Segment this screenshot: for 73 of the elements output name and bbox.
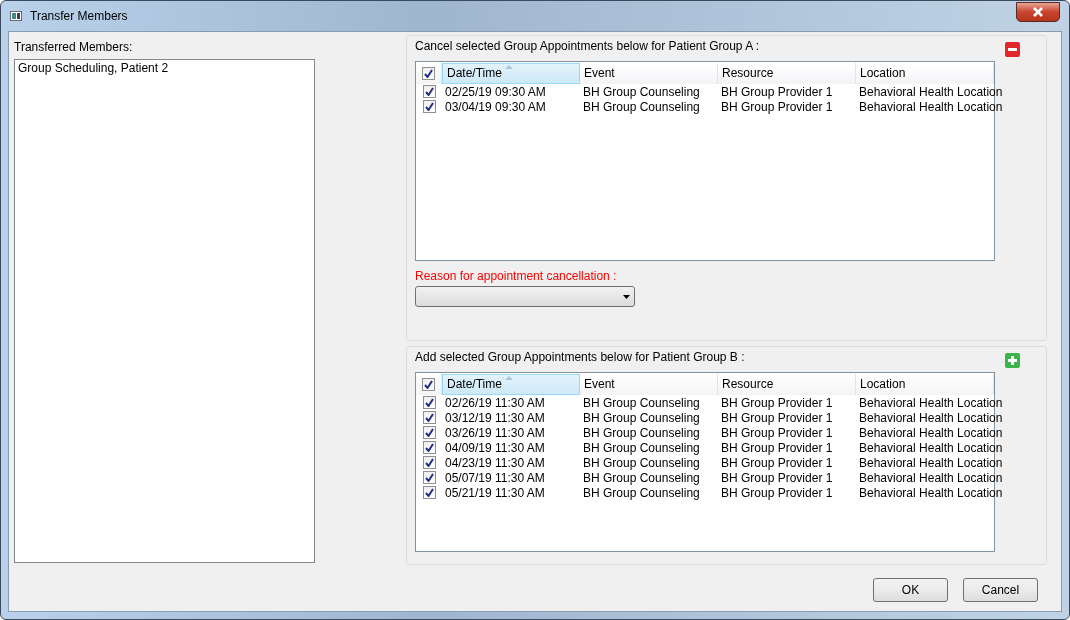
table-cell-text: 04/23/19 11:30 AM: [444, 455, 546, 470]
close-icon: [1032, 7, 1044, 17]
checkbox[interactable]: [422, 66, 435, 80]
checkbox[interactable]: [422, 441, 436, 454]
column-header[interactable]: Event: [580, 373, 718, 395]
table-cell-text: BH Group Counseling: [582, 425, 701, 440]
table-cell-text: Behavioral Health Location: [858, 470, 1003, 485]
table-cell-text: Behavioral Health Location: [858, 455, 1003, 470]
table-cell-text: Behavioral Health Location: [858, 84, 1003, 99]
table-cell-text: 02/25/19 09:30 AM: [444, 84, 547, 99]
table-cell-text: Behavioral Health Location: [858, 425, 1003, 440]
table-cell-text: Behavioral Health Location: [858, 485, 1003, 500]
members-list[interactable]: Group Scheduling, Patient 2: [14, 59, 315, 563]
checkbox[interactable]: [422, 411, 436, 424]
checkbox[interactable]: [422, 396, 436, 409]
table-cell-text: BH Group Counseling: [582, 455, 701, 470]
table-cell-text: BH Group Provider 1: [720, 410, 834, 425]
table-cell-text: BH Group Counseling: [582, 440, 701, 455]
sort-arrow-icon: [505, 64, 513, 69]
column-header[interactable]: Event: [580, 62, 718, 84]
table-cell-text: BH Group Provider 1: [720, 485, 834, 500]
group-title: Cancel selected Group Appointments below for Patient Group A :: [415, 39, 760, 53]
table-cell-text: 05/21/19 11:30 AM: [444, 485, 546, 500]
checkbox[interactable]: [422, 85, 436, 98]
table-cell-text: BH Group Provider 1: [720, 470, 834, 485]
table-cell-text: Behavioral Health Location: [858, 410, 1003, 425]
sort-arrow-icon: [505, 375, 513, 380]
table-cell-text: BH Group Provider 1: [720, 395, 834, 410]
checkbox[interactable]: [422, 377, 435, 391]
table-cell-text: BH Group Counseling: [582, 485, 701, 500]
column-header[interactable]: Resource: [718, 373, 856, 395]
list-item[interactable]: Group Scheduling, Patient 2: [18, 61, 311, 75]
table-cell-text: BH Group Provider 1: [720, 425, 834, 440]
close-button[interactable]: [1016, 2, 1060, 22]
table-cell-text: BH Group Counseling: [582, 410, 701, 425]
table-cell-text: Behavioral Health Location: [858, 395, 1003, 410]
table-cell-text: 03/04/19 09:30 AM: [444, 99, 547, 114]
table-cell-text: BH Group Counseling: [582, 395, 701, 410]
reason-dropdown[interactable]: [415, 286, 635, 307]
checkbox[interactable]: [422, 471, 436, 484]
table-cell-text: Behavioral Health Location: [858, 99, 1003, 114]
column-header[interactable]: Resource: [718, 62, 856, 84]
remove-icon[interactable]: [1005, 42, 1020, 57]
table-cell-text: 03/12/19 11:30 AM: [444, 410, 546, 425]
table-cell-text: 05/07/19 11:30 AM: [444, 470, 546, 485]
checkbox[interactable]: [422, 456, 436, 469]
table-cell-text: BH Group Provider 1: [720, 84, 834, 99]
dialog-button[interactable]: OK: [873, 578, 948, 602]
column-header[interactable]: Location: [856, 62, 994, 84]
dialog-button[interactable]: Cancel: [963, 578, 1038, 602]
table-cell-text: BH Group Counseling: [582, 99, 701, 114]
table-cell-text: 04/09/19 11:30 AM: [444, 440, 546, 455]
window-icon: [10, 11, 22, 21]
group-title: Add selected Group Appointments below for Patient Group B :: [415, 350, 745, 364]
column-header[interactable]: Date/Time: [442, 62, 580, 84]
table-cell-text: BH Group Counseling: [582, 84, 701, 99]
checkbox[interactable]: [422, 426, 436, 439]
table-cell-text: BH Group Provider 1: [720, 99, 834, 114]
members-label: Transferred Members:: [14, 40, 134, 54]
table-cell-text: BH Group Provider 1: [720, 440, 834, 455]
table-cell-text: 02/26/19 11:30 AM: [444, 395, 546, 410]
checkbox[interactable]: [422, 486, 436, 499]
checkbox[interactable]: [422, 100, 436, 113]
window-title: Transfer Members: [30, 9, 129, 23]
column-header[interactable]: Date/Time: [442, 373, 580, 395]
table-cell-text: BH Group Counseling: [582, 470, 701, 485]
add-icon[interactable]: [1005, 353, 1020, 368]
reason-label: Reason for appointment cancellation :: [415, 269, 617, 283]
column-header[interactable]: Location: [856, 373, 994, 395]
table-cell-text: BH Group Provider 1: [720, 455, 834, 470]
table-cell-text: Behavioral Health Location: [858, 440, 1003, 455]
table-cell-text: 03/26/19 11:30 AM: [444, 425, 546, 440]
caret-icon: [623, 294, 630, 299]
